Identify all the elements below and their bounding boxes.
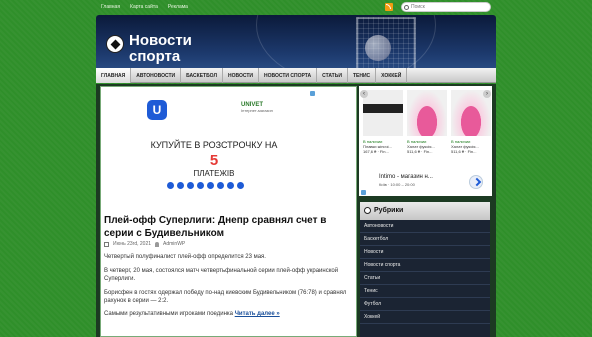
ad-product[interactable]: В наличии Халат фуксія... 511,6 ₴ · Fin.… (407, 90, 447, 154)
post-paragraph: Четвертый полуфиналист плей-офф определи… (104, 254, 266, 260)
post-title[interactable]: Плей-офф Суперлиги: Днепр сравнял счет в… (104, 214, 354, 240)
top-links: Главная Карта сайта Реклама (101, 4, 188, 10)
widget-title-text: Рубрики (374, 207, 404, 214)
shop-name[interactable]: Intimo - магазин н... (379, 174, 433, 180)
toplink-sitemap[interactable]: Карта сайта (130, 4, 158, 10)
category-link[interactable]: Новости (360, 246, 490, 259)
ad-product[interactable]: В наличии Халат фуксія... 511,6 ₴ · Fin.… (451, 90, 491, 154)
ad-brand: UNIVET Інтернет-магазин (241, 102, 273, 113)
product-price: 511,6 ₴ · Fin... (407, 149, 433, 154)
top-bar: Главная Карта сайта Реклама Поиск (0, 0, 592, 14)
post-meta: Июнь 23rd, 2021 AdminWP (104, 241, 185, 247)
carousel-prev-icon[interactable]: ‹ (360, 90, 368, 98)
search-placeholder: Поиск (411, 4, 425, 10)
ad-brand-sub: Інтернет-магазин (241, 108, 273, 113)
product-image (407, 90, 447, 136)
banner-ad[interactable]: U UNIVET Інтернет-магазин КУПУЙТЕ В РОЗС… (111, 90, 317, 214)
soccer-ball-icon (364, 207, 371, 214)
nav-item-hockey[interactable]: Хоккей (376, 68, 408, 83)
category-link[interactable]: Футбол (360, 298, 490, 311)
nav-item-basketball[interactable]: Баскетбол (181, 68, 223, 83)
category-link[interactable]: Автоновости (360, 220, 490, 233)
nav-item-articles[interactable]: Статьи (317, 68, 348, 83)
toplink-ads[interactable]: Реклама (168, 4, 188, 10)
categories-widget: Рубрики Автоновости Баскетбол Новости Но… (360, 202, 490, 337)
nav-item-home[interactable]: Главная (96, 68, 132, 83)
ad-text-line3: ПЛАТЕЖІВ (193, 169, 235, 178)
post-paragraph: В четверг, 20 мая, состоялся матч четвер… (104, 268, 339, 282)
carousel-next-icon[interactable]: › (483, 90, 491, 98)
shop-info: Київ · 10:00 – 20:00 (379, 182, 415, 187)
soccer-ball-icon (106, 35, 124, 53)
site-title[interactable]: Новости спорта (129, 33, 239, 65)
directions-icon[interactable] (469, 175, 483, 189)
product-price: 511,6 ₴ · Fin... (451, 149, 477, 154)
main-nav: Главная Автоновости Баскетбол Новости Но… (96, 68, 496, 83)
post-author[interactable]: AdminWP (163, 241, 185, 247)
category-link[interactable]: Новости спорта (360, 259, 490, 272)
read-more-link[interactable]: Читать далее » (235, 311, 280, 317)
product-price: 167,6 ₴ · Fin... (363, 149, 389, 154)
ad-product[interactable]: В наличии Плавки жіночі... 167,6 ₴ · Fin… (363, 90, 403, 154)
site-header: Новости спорта (96, 15, 496, 71)
category-link[interactable]: Баскетбол (360, 233, 490, 246)
calendar-icon (104, 241, 109, 247)
category-link[interactable]: Тенис (360, 285, 490, 298)
ad-info-icon[interactable] (361, 190, 366, 195)
product-image (363, 90, 403, 136)
widget-title: Рубрики (360, 202, 490, 220)
category-link[interactable]: Хоккей (360, 311, 490, 324)
ad-dots (167, 182, 244, 189)
main-content: U UNIVET Інтернет-магазин КУПУЙТЕ В РОЗС… (100, 86, 357, 337)
ad-logo-u: U (147, 100, 167, 120)
category-link[interactable]: Статьи (360, 272, 490, 285)
post-date: Июнь 23rd, 2021 (113, 241, 152, 247)
post-paragraph: Борисфен в гостях одержал победу по-над … (104, 290, 347, 304)
nav-item-news[interactable]: Новости (223, 68, 259, 83)
nav-item-tennis[interactable]: Тенис (348, 68, 377, 83)
post-last-text: Самыми результативными игроками поединка (104, 311, 234, 317)
rss-icon[interactable] (385, 3, 393, 11)
user-icon (155, 241, 160, 247)
search-icon (404, 5, 409, 10)
toplink-home[interactable]: Главная (101, 4, 120, 10)
nav-item-autonews[interactable]: Автоновости (131, 68, 182, 83)
search-input[interactable]: Поиск (401, 2, 491, 12)
nav-item-sports-news[interactable]: Новости спорта (259, 68, 318, 83)
sidebar-ad[interactable]: В наличии Плавки жіночі... 167,6 ₴ · Fin… (359, 86, 492, 196)
ad-text-number: 5 (209, 152, 219, 169)
ad-text-line1: КУПУЙТЕ В РОЗСТРОЧКУ НА (150, 140, 278, 150)
header-ball-graphic (365, 35, 391, 61)
ad-info-icon[interactable] (310, 91, 315, 96)
post-last-line: Самыми результативными игроками поединка… (104, 310, 354, 318)
